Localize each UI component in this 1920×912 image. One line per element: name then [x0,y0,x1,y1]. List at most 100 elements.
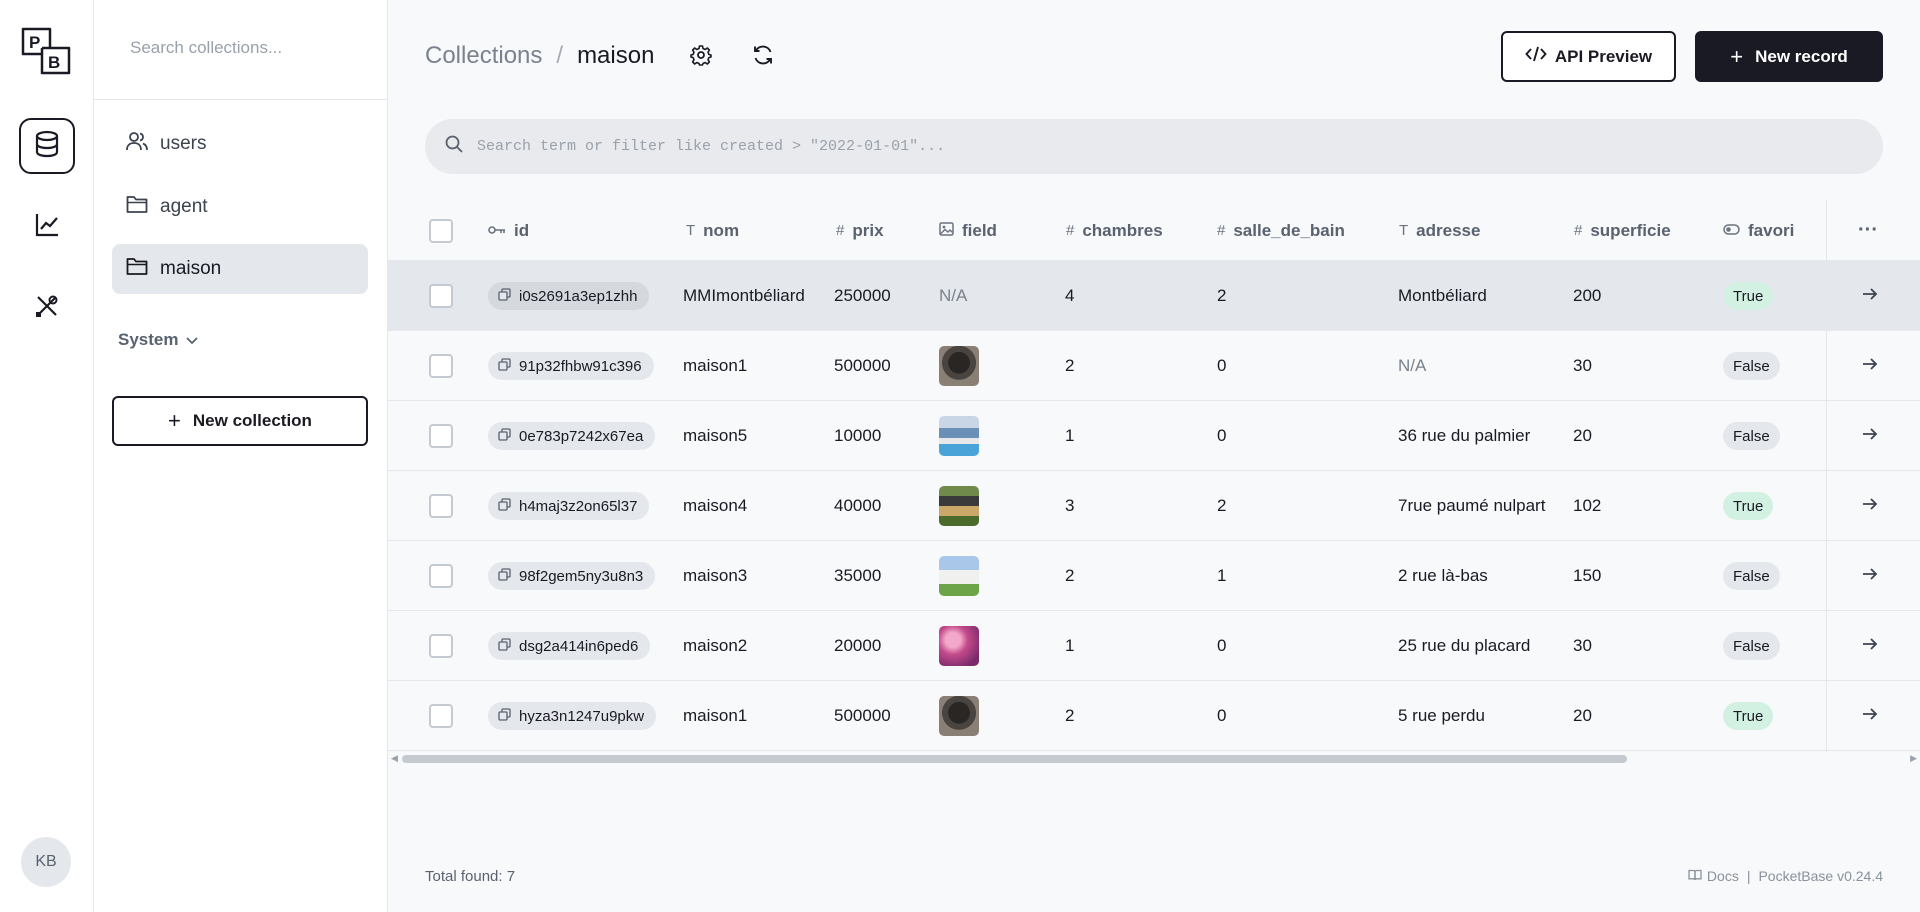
pink-abstract-photo[interactable] [939,626,979,666]
sidebar-item-users[interactable]: users [112,119,368,169]
open-record-button[interactable] [1862,401,1878,471]
cat-photo[interactable] [939,696,979,736]
hash-icon: # [1217,222,1226,239]
record-id-pill[interactable]: 91p32fhbw91c396 [488,352,654,380]
cat-photo[interactable] [939,346,979,386]
new-record-label: New record [1755,46,1848,66]
horizontal-scrollbar[interactable]: ◀ ▶ [388,752,1920,766]
column-header-nom[interactable]: T nom [686,200,739,261]
image-icon [939,221,954,240]
collection-settings-button[interactable] [688,44,714,70]
cell-id: 91p32fhbw91c396 [488,331,654,401]
open-record-button[interactable] [1862,261,1878,331]
cell-adresse: 5 rue perdu [1398,706,1485,725]
refresh-icon [752,44,774,71]
open-record-button[interactable] [1862,471,1878,541]
collections-nav-button[interactable] [19,118,75,174]
sidebar-item-agent[interactable]: agent [112,182,368,232]
cell-favori: False [1723,401,1780,471]
select-all-checkbox[interactable] [429,218,453,243]
record-id-pill[interactable]: 98f2gem5ny3u8n3 [488,562,656,590]
sidebar-item-maison[interactable]: maison [112,244,368,294]
table-row[interactable]: 91p32fhbw91c396 maison1 500000 2 0 N/A 30 False [388,331,1920,401]
scroll-right-icon[interactable]: ▶ [1910,753,1917,764]
open-record-button[interactable] [1862,541,1878,611]
scrollbar-thumb[interactable] [402,755,1627,763]
white-house-photo[interactable] [939,556,979,596]
code-icon [1525,46,1555,67]
cell-nom: maison1 [683,356,748,375]
hash-icon: # [1066,222,1075,239]
main-content: Collections / maison API Preview + New r… [388,0,1920,912]
cell-superficie: 20 [1573,706,1592,725]
scroll-left-icon[interactable]: ◀ [391,753,398,764]
row-checkbox[interactable] [429,494,453,518]
column-header-favori[interactable]: favori [1723,200,1794,261]
row-checkbox[interactable] [429,704,453,728]
open-record-button[interactable] [1862,331,1878,401]
open-record-button[interactable] [1862,681,1878,751]
system-label: System [118,330,179,349]
column-header-salle-de-bain[interactable]: # salle_de_bain [1217,200,1345,261]
refresh-button[interactable] [750,44,776,70]
text-icon: T [1399,222,1409,239]
cell-salle-de-bain: 0 [1217,706,1227,725]
settings-nav-button[interactable] [19,280,75,336]
column-options-button[interactable]: ··· [1858,200,1878,261]
row-checkbox[interactable] [429,424,453,448]
record-id-pill[interactable]: h4maj3z2on65l37 [488,492,650,520]
sidebar-item-label: users [160,133,207,154]
table-row[interactable]: h4maj3z2on65l37 maison4 40000 3 2 7rue paumé … [388,471,1920,541]
svg-text:P: P [29,33,40,52]
record-id-text: hyza3n1247u9pkw [519,707,645,725]
table-row[interactable]: 98f2gem5ny3u8n3 maison3 35000 2 1 2 rue là-ba… [388,541,1920,611]
row-checkbox[interactable] [429,634,453,658]
search-icon [445,135,463,158]
copy-icon [498,637,511,655]
cell-chambres: 4 [1065,286,1075,305]
row-checkbox[interactable] [429,564,453,588]
new-collection-button[interactable]: + New collection [112,396,368,446]
cell-field [939,681,979,751]
record-id-pill[interactable]: hyza3n1247u9pkw [488,702,657,730]
table-row[interactable]: 0e783p7242x67ea maison5 10000 1 0 36 rue du p… [388,401,1920,471]
system-collections-toggle[interactable]: System [118,330,199,350]
row-checkbox[interactable] [429,284,453,308]
breadcrumb-collections[interactable]: Collections [425,42,542,70]
record-id-pill[interactable]: dsg2a414in6ped6 [488,632,651,660]
book-icon [1688,868,1702,884]
record-id-pill[interactable]: i0s2691a3ep1zhh [488,282,650,310]
cell-id: 98f2gem5ny3u8n3 [488,541,656,611]
table-header: id T nom # prix field # chambres # salle… [388,200,1920,261]
user-avatar[interactable]: KB [21,837,71,887]
record-id-pill[interactable]: 0e783p7242x67ea [488,422,656,450]
table-row[interactable]: dsg2a414in6ped6 maison2 20000 1 0 25 rue du p… [388,611,1920,681]
cell-chambres: 2 [1065,706,1075,725]
column-header-chambres[interactable]: # chambres [1066,200,1163,261]
records-search-input[interactable] [477,138,1883,155]
arrow-right-icon [1862,567,1878,586]
svg-text:B: B [48,53,60,72]
pocketbase-logo[interactable]: P B [20,26,72,76]
row-checkbox[interactable] [429,354,453,378]
new-record-button[interactable]: + New record [1695,31,1883,82]
row-select-cell [429,331,453,401]
cell-superficie: 20 [1573,426,1592,445]
column-header-prix[interactable]: # prix [836,200,884,261]
cell-adresse: 25 rue du placard [1398,636,1531,655]
column-header-superficie[interactable]: # superficie [1574,200,1671,261]
copy-icon [498,287,511,305]
column-header-field[interactable]: field [939,200,997,261]
column-header-id[interactable]: id [488,200,529,261]
column-header-adresse[interactable]: T adresse [1399,200,1480,261]
open-record-button[interactable] [1862,611,1878,681]
version-link[interactable]: PocketBase v0.24.4 [1758,868,1883,884]
docs-link[interactable]: Docs [1707,868,1739,884]
pool-photo[interactable] [939,416,979,456]
table-row[interactable]: i0s2691a3ep1zhh MMImontbéliard 250000 N/A 4 2… [388,261,1920,331]
table-row[interactable]: hyza3n1247u9pkw maison1 500000 2 0 5 rue perd… [388,681,1920,751]
collections-search-input[interactable] [130,38,360,58]
api-preview-button[interactable]: API Preview [1501,31,1676,82]
logs-nav-button[interactable] [19,199,75,255]
house-photo[interactable] [939,486,979,526]
